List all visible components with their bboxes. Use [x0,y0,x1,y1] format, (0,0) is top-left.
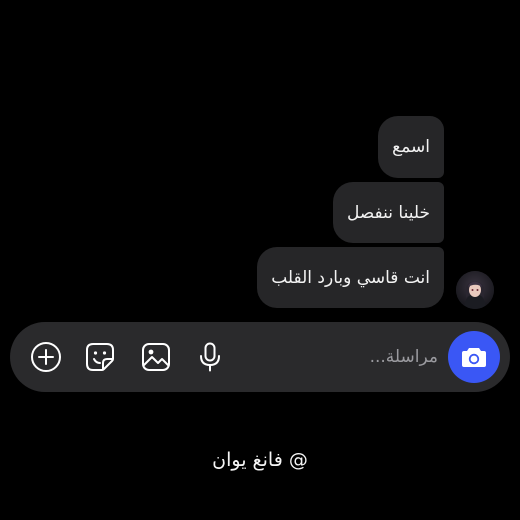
plus-icon [30,341,62,373]
camera-icon [461,346,487,368]
microphone-button[interactable] [193,340,227,374]
gallery-button[interactable] [139,340,173,374]
message-bubble[interactable]: انت قاسي وبارد القلب [257,247,444,308]
message-text: اسمع [392,137,430,157]
message-text: خلينا ننفصل [346,202,430,223]
message-text: انت قاسي وبارد القلب [271,267,430,288]
add-button[interactable] [29,340,63,374]
message-bubble[interactable]: خلينا ننفصل [332,182,444,243]
message-input[interactable] [300,342,438,372]
camera-button[interactable] [448,331,500,383]
author-handle: @ فانغ يوان [212,449,308,471]
sticker-icon [85,342,115,372]
image-icon [141,342,171,372]
avatar[interactable] [456,271,494,309]
message-bubble[interactable]: اسمع [378,116,444,178]
microphone-icon [198,342,222,372]
sticker-button[interactable] [83,340,117,374]
